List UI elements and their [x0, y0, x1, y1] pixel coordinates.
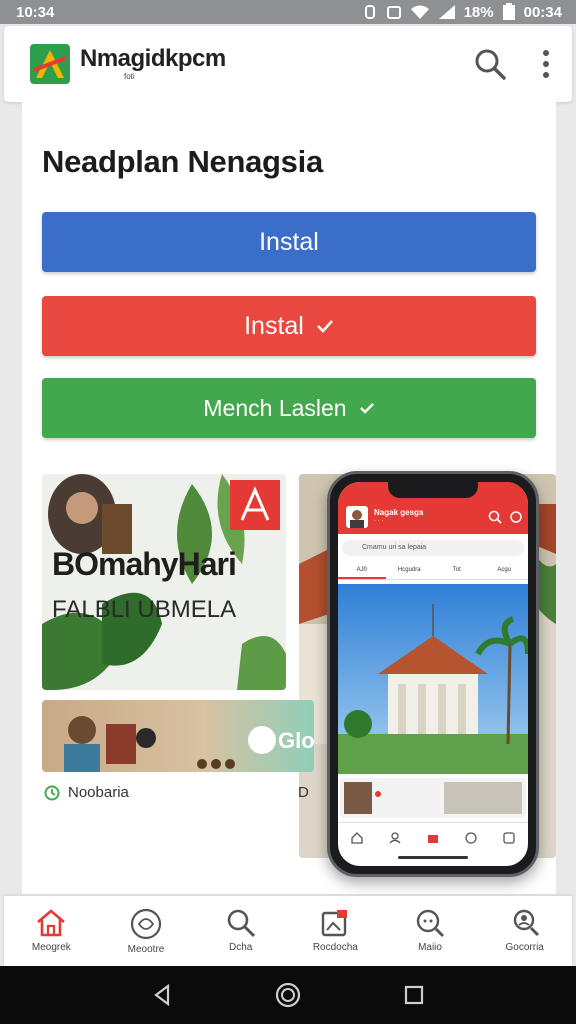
nav-label-explore: Meootre: [127, 944, 165, 955]
wifi-icon: [410, 5, 429, 19]
check-icon: [316, 320, 333, 333]
check-icon: [359, 403, 374, 414]
battery-icon: [502, 3, 515, 20]
phone-tab-1: AJ0: [338, 562, 386, 579]
page-title: Neadplan Nenagsia: [42, 144, 323, 179]
nav-label-search: Dcha: [229, 942, 253, 953]
phone-avatar: [346, 506, 368, 528]
brand: Nmagidkpcm foti: [80, 47, 474, 81]
nav-label-messages: Maiio: [418, 942, 442, 953]
battery-percent: 18%: [463, 3, 494, 21]
phone-search-bar: Cmamu uri sa lepaia: [342, 540, 524, 556]
nav-label-gallery: Rocdocha: [312, 942, 358, 953]
nav-item-search[interactable]: Dcha: [193, 908, 288, 954]
phone-home-indicator: [398, 856, 468, 859]
nav-item-home[interactable]: Meogrek: [4, 908, 99, 954]
promo-small-text: Glo: [278, 728, 314, 753]
phone-screen: Nagak gesga · · · Cmamu uri sa lepaia AJ…: [338, 482, 528, 866]
more-options-icon[interactable]: [542, 49, 550, 79]
home-icon: [37, 909, 66, 937]
phone-mockup: Nagak gesga · · · Cmamu uri sa lepaia AJ…: [327, 471, 539, 877]
banner-headline: BOmahyHari: [52, 546, 237, 582]
phone-content-strip: [340, 778, 526, 818]
card-caption-right: D: [298, 784, 309, 801]
phone-app-subtitle: · · ·: [374, 518, 384, 524]
phone-strip-photo: [344, 782, 522, 814]
phone-tab-4: Acgu: [497, 567, 512, 573]
app-name: Nmagidkpcm: [80, 45, 226, 72]
phone-app-title: Nagak gesga: [374, 508, 424, 517]
install-button-green[interactable]: Mench Laslen: [42, 378, 536, 438]
recents-icon[interactable]: [403, 984, 425, 1006]
gallery-icon: [322, 910, 348, 937]
phone-bottom-nav: [338, 822, 528, 852]
phone-menu-icon: [510, 511, 522, 523]
phone-tab-2: Hcgudra: [397, 567, 421, 573]
phone-tab-3: Tot: [452, 567, 461, 573]
banner-subline: FALBLI UBMELA: [52, 596, 237, 623]
install-button-blue-label: Instal: [259, 227, 319, 256]
phone-clock-icon: [465, 831, 477, 844]
nav-label-profile: Gocorria: [505, 942, 544, 953]
phone-gift-icon: [428, 834, 438, 843]
phone-tabs: AJ0 Hcgudra Tot Acgu: [338, 562, 528, 580]
phone-profile-icon: [503, 831, 515, 844]
status-icons: 18% 00:34: [362, 3, 562, 21]
home-button-icon[interactable]: [274, 981, 302, 1009]
brain-icon: [130, 908, 162, 940]
phone-home-icon: [351, 831, 363, 844]
card-caption[interactable]: Noobaria: [44, 784, 129, 801]
signal-icon: [438, 5, 455, 19]
nav-item-profile[interactable]: Gocorria: [477, 908, 572, 954]
system-nav-bar: [0, 966, 576, 1024]
silent-icon: [364, 5, 375, 19]
promo-small-card[interactable]: Glo: [42, 700, 314, 772]
phone-search-icon: [488, 510, 502, 524]
app-bar: Nmagidkpcm foti: [4, 26, 572, 102]
promo-photo: [64, 716, 276, 772]
search-icon: [227, 909, 255, 938]
phone-hero-photo: [338, 584, 528, 774]
nav-item-gallery[interactable]: Rocdocha: [288, 908, 383, 954]
featured-banner-card[interactable]: BOmahyHari FALBLI UBMELA: [42, 474, 286, 690]
clock-icon: [44, 785, 60, 800]
install-button-green-label: Mench Laslen: [203, 394, 347, 421]
search-icon[interactable]: [474, 48, 506, 80]
status-clock-right: 00:34: [523, 3, 562, 21]
back-icon[interactable]: [151, 984, 173, 1006]
status-time: 10:34: [16, 3, 55, 21]
nav-item-messages[interactable]: Maiio: [383, 908, 478, 954]
bottom-nav: Meogrek Meootre Dcha Rocdocha Maiio Goco…: [4, 896, 572, 966]
app-logo-icon: [30, 44, 70, 84]
nav-label-home: Meogrek: [31, 942, 71, 953]
install-button-red-label: Instal: [244, 311, 304, 340]
status-bar: 10:34 18% 00:34: [0, 0, 576, 24]
install-button-red[interactable]: Instal: [42, 296, 536, 356]
phone-notch: [388, 482, 478, 498]
alarm-icon: [386, 6, 401, 19]
nav-item-explore[interactable]: Meootre: [99, 908, 194, 956]
person-search-icon: [513, 909, 539, 937]
search-chat-icon: [416, 909, 445, 938]
install-button-blue[interactable]: Instal: [42, 212, 536, 272]
phone-user-icon: [389, 831, 401, 843]
app-subtitle: foti: [124, 72, 135, 81]
card-caption-label: Noobaria: [68, 784, 129, 801]
